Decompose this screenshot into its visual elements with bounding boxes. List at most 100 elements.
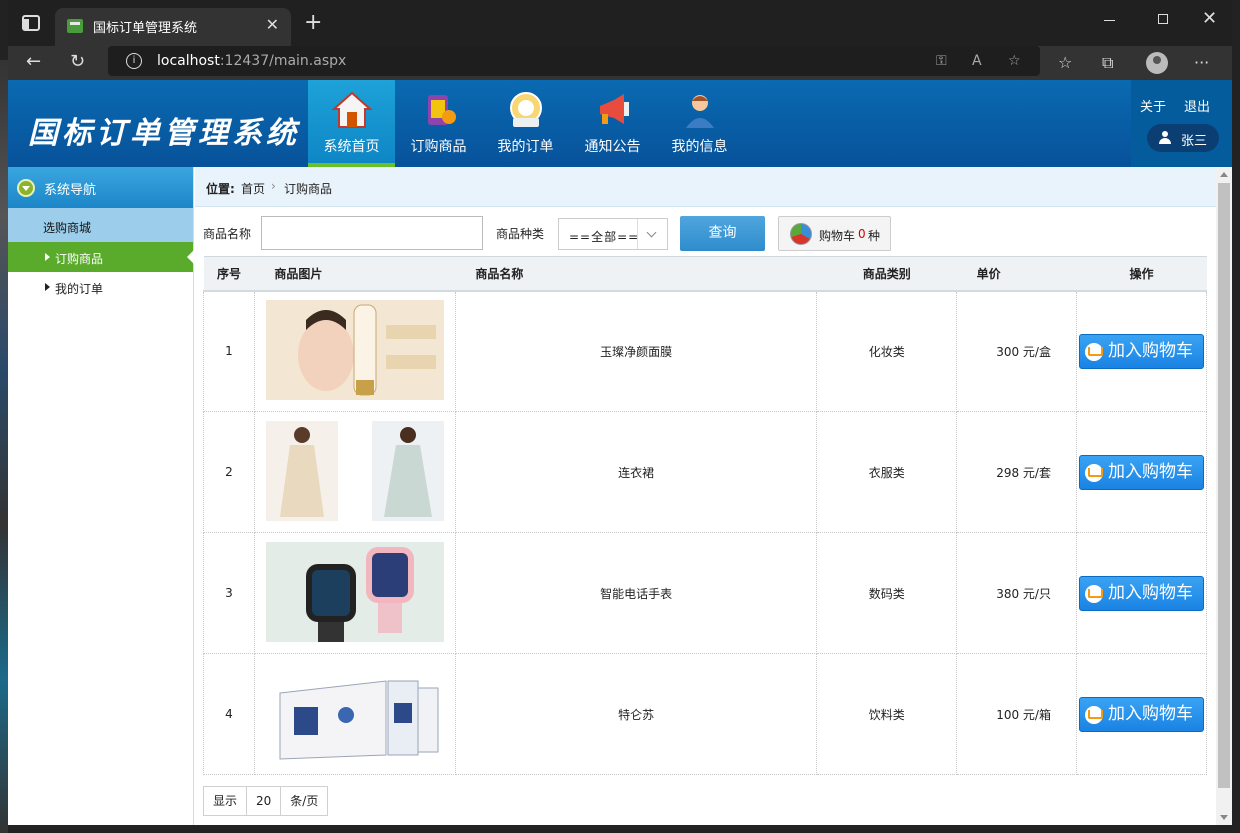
url-text: localhost:12437/main.aspx	[157, 53, 347, 69]
expand-icon[interactable]	[17, 179, 35, 197]
cell-action: 加入购物车	[1075, 532, 1208, 654]
pager-show-label: 显示	[204, 787, 248, 815]
browser-tab[interactable]: 国标订单管理系统 ✕	[55, 8, 291, 46]
minimize-icon[interactable]	[1104, 20, 1115, 21]
sidebar-header: 系统导航	[8, 167, 193, 208]
sidebar-item-order-goods[interactable]: 订购商品	[8, 242, 194, 272]
vertical-scrollbar[interactable]	[1216, 167, 1232, 825]
nav-home[interactable]: 系统首页	[308, 80, 395, 167]
cell-action: 加入购物车	[1075, 290, 1208, 412]
read-aloud-icon[interactable]: A	[972, 53, 982, 69]
table-row: 4 特仑苏 饮料类 100 元/箱 加入购物车	[203, 653, 1208, 775]
scroll-down-icon[interactable]	[1220, 815, 1228, 820]
key-icon[interactable]: ⚿	[936, 53, 947, 69]
add-to-cart-button[interactable]: 加入购物车	[1078, 333, 1204, 369]
cell-image	[253, 532, 456, 654]
name-label: 商品名称	[203, 227, 252, 241]
about-link[interactable]: 关于	[1140, 96, 1166, 115]
scroll-up-icon[interactable]	[1220, 172, 1228, 177]
product-type-select[interactable]: ==全部==	[558, 218, 668, 250]
tab-close-icon[interactable]: ✕	[266, 15, 279, 34]
favorites-icon[interactable]: ☆	[1058, 53, 1072, 72]
product-image-milk[interactable]	[265, 662, 444, 763]
megaphone-icon	[600, 94, 629, 124]
breadcrumb-current: 订购商品	[284, 182, 333, 196]
add-to-cart-button[interactable]: 加入购物车	[1078, 454, 1204, 490]
cart-label: 购物车	[819, 229, 856, 243]
sidebar-item-my-orders[interactable]: 我的订单	[8, 272, 193, 302]
desktop-left-strip	[0, 60, 8, 833]
sidebar-item-label: 我的订单	[55, 282, 104, 296]
maximize-icon[interactable]	[1158, 14, 1168, 24]
desktop-right-strip	[1232, 520, 1240, 833]
main-nav: 系统首页 订购商品 我的订单 通知公告 我的信息	[308, 80, 743, 167]
add-to-cart-button[interactable]: 加入购物车	[1078, 575, 1204, 611]
search-button[interactable]: 查询	[680, 216, 765, 251]
sidebar-group-mall[interactable]: 选购商城	[8, 208, 193, 242]
nav-order-goods[interactable]: 订购商品	[395, 80, 482, 167]
cell-no: 4	[203, 653, 255, 775]
cart-button[interactable]: 购物车 0 种	[778, 216, 891, 251]
main-content: 位置: 首页 › 订购商品 商品名称 商品种类 ==全部== 查询 购物车 0	[195, 167, 1216, 825]
product-image-dress[interactable]	[265, 420, 444, 521]
pager: 显示 20 条/页	[203, 786, 329, 816]
sidebar-item-label: 订购商品	[55, 252, 104, 266]
cell-no: 2	[203, 411, 255, 533]
page-size-value[interactable]: 20	[247, 787, 282, 815]
add-to-cart-label: 加入购物车	[1107, 461, 1193, 482]
site-info-icon[interactable]: i	[126, 53, 142, 69]
table-row: 1 玉璨净颜面膜 化妆类 300 元/盒 加入购物车	[203, 290, 1208, 412]
product-image-smartwatch[interactable]	[265, 541, 444, 642]
breadcrumb-home[interactable]: 首页	[241, 180, 265, 197]
cell-name: 连衣裙	[454, 411, 818, 533]
product-name-input[interactable]	[261, 216, 483, 250]
nav-notice[interactable]: 通知公告	[569, 80, 656, 167]
add-to-cart-button[interactable]: 加入购物车	[1078, 696, 1204, 732]
web-page: 国标订单管理系统 系统首页 订购商品 我的订单 通知公告 我的信息 关于 退出 …	[8, 80, 1232, 825]
cart-pie-icon	[790, 223, 812, 245]
cell-action: 加入购物车	[1075, 653, 1208, 775]
sidebar-title: 系统导航	[44, 183, 97, 198]
cart-icon	[1084, 342, 1103, 361]
cell-action: 加入购物车	[1075, 411, 1208, 533]
product-image-facial-mask[interactable]	[265, 299, 444, 400]
user-icon	[1159, 131, 1171, 145]
caret-right-icon	[45, 283, 50, 291]
nav-my-info[interactable]: 我的信息	[656, 80, 743, 167]
favicon-icon	[67, 19, 83, 33]
sidebar: 系统导航 选购商城 订购商品 我的订单	[8, 167, 194, 825]
cell-category: 数码类	[816, 532, 958, 654]
cart-icon	[1084, 584, 1103, 603]
cell-price: 380 元/只	[956, 532, 1077, 654]
tab-actions-icon[interactable]	[22, 15, 40, 31]
cell-image	[253, 290, 456, 412]
add-favorite-icon[interactable]: ☆	[1008, 53, 1021, 69]
site-logo: 国标订单管理系统	[28, 116, 300, 151]
profile-avatar-icon[interactable]	[1146, 52, 1168, 74]
scroll-thumb[interactable]	[1218, 183, 1230, 788]
add-to-cart-label: 加入购物车	[1107, 340, 1193, 361]
col-header-action: 操作	[1076, 256, 1207, 292]
back-icon[interactable]: ←	[26, 51, 41, 72]
tab-title: 国标订单管理系统	[93, 21, 198, 36]
refresh-icon[interactable]: ↻	[70, 51, 85, 72]
more-menu-icon[interactable]: ···	[1194, 53, 1209, 72]
col-header-no: 序号	[203, 256, 255, 292]
col-header-image: 商品图片	[254, 256, 456, 292]
new-tab-icon[interactable]: +	[304, 10, 322, 35]
user-badge[interactable]: 张三	[1147, 124, 1219, 152]
nav-my-orders[interactable]: 我的订单	[482, 80, 569, 167]
sidebar-group-label: 选购商城	[43, 221, 92, 235]
collections-icon[interactable]: ⧉	[1102, 53, 1113, 73]
order-icon	[510, 92, 542, 127]
table-row: 2 连衣裙 衣服类 298 元/套 加入购物车	[203, 411, 1208, 533]
add-to-cart-label: 加入购物车	[1107, 703, 1193, 724]
cell-category: 化妆类	[816, 290, 958, 412]
breadcrumb-separator: ›	[271, 179, 276, 193]
window-close-icon[interactable]: ✕	[1202, 8, 1217, 29]
cell-name: 玉璨净颜面膜	[454, 290, 818, 412]
cart-icon	[1084, 463, 1103, 482]
logout-link[interactable]: 退出	[1184, 96, 1210, 115]
address-bar[interactable]: i localhost:12437/main.aspx ⚿ A ☆	[108, 46, 1040, 76]
cell-category: 饮料类	[816, 653, 958, 775]
